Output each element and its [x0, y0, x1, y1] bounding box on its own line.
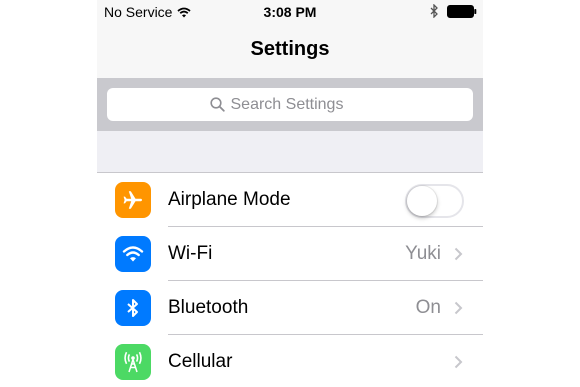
chevron-right-icon [454, 301, 463, 315]
bluetooth-icon [115, 290, 151, 326]
status-time: 3:08 PM [263, 4, 317, 20]
settings-row-cellular[interactable]: Cellular [97, 335, 483, 387]
search-icon [209, 97, 225, 112]
settings-row-airplane-mode[interactable]: Airplane Mode [97, 173, 483, 227]
settings-row-bluetooth[interactable]: Bluetooth On [97, 281, 483, 335]
search-field[interactable] [107, 88, 473, 121]
bluetooth-status-value: On [415, 297, 441, 318]
cellular-label: Cellular [168, 351, 233, 372]
toggle-knob [407, 186, 437, 216]
search-input[interactable] [230, 95, 371, 114]
wifi-icon [115, 236, 151, 272]
settings-screen: No Service 3:08 PM Settings Search Setti… [97, 0, 483, 387]
search-bar [97, 78, 483, 131]
battery-icon [447, 4, 477, 18]
bluetooth-icon [430, 4, 438, 18]
cellular-icon [115, 344, 151, 380]
chevron-right-icon [454, 247, 463, 261]
airplane-mode-label: Airplane Mode [168, 189, 291, 210]
navigation-bar: Settings [97, 24, 483, 78]
status-right-group [430, 4, 477, 18]
airplane-icon [115, 182, 151, 218]
settings-list: Airplane Mode Wi-Fi Yuki Bluetooth On Ce… [97, 172, 483, 387]
page-title: Settings [250, 38, 330, 60]
airplane-mode-toggle[interactable] [405, 184, 464, 218]
bluetooth-label: Bluetooth [168, 297, 249, 318]
status-bar: No Service 3:08 PM [97, 0, 483, 24]
wifi-network-value: Yuki [405, 243, 441, 264]
chevron-right-icon [454, 355, 463, 369]
wifi-label: Wi-Fi [168, 243, 213, 264]
settings-row-wifi[interactable]: Wi-Fi Yuki [97, 227, 483, 281]
